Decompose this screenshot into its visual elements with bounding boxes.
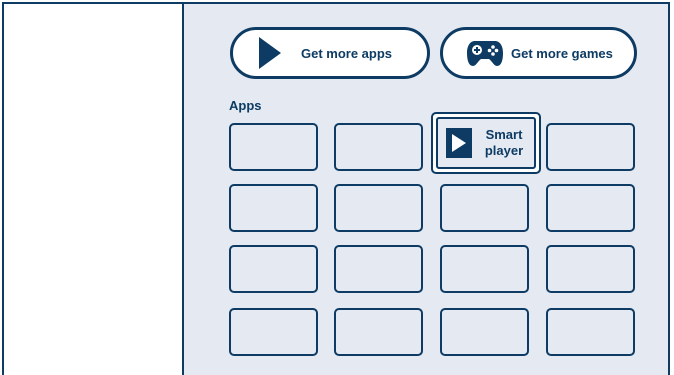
app-tile[interactable] — [440, 308, 529, 356]
app-tile[interactable] — [546, 123, 635, 171]
tv-home-screen: Get more apps Get more games Apps Smart … — [0, 0, 674, 375]
app-tile[interactable] — [546, 308, 635, 356]
play-icon — [259, 37, 281, 69]
app-tile[interactable] — [440, 184, 529, 232]
smart-player-tile-inner: Smart player — [436, 117, 536, 169]
app-tile[interactable] — [546, 184, 635, 232]
smart-player-label-line1: Smart — [485, 127, 523, 142]
get-more-apps-label: Get more apps — [301, 45, 393, 61]
get-more-games-label: Get more games — [511, 45, 613, 61]
app-tile[interactable] — [229, 123, 318, 171]
app-tile[interactable] — [229, 184, 318, 232]
gamepad-icon — [467, 39, 503, 67]
apps-section-title: Apps — [229, 98, 262, 113]
smart-player-label-line2: player — [484, 143, 524, 158]
play-icon — [446, 128, 472, 158]
app-tile[interactable] — [546, 245, 635, 293]
app-tile[interactable] — [334, 308, 423, 356]
app-tile[interactable] — [229, 245, 318, 293]
app-tile[interactable] — [334, 245, 423, 293]
app-tile[interactable] — [440, 245, 529, 293]
app-tile[interactable] — [229, 308, 318, 356]
smart-player-label: Smart player — [480, 127, 528, 159]
get-more-apps-button[interactable]: Get more apps — [230, 27, 430, 79]
app-tile[interactable] — [334, 184, 423, 232]
app-tile[interactable] — [334, 123, 423, 171]
smart-player-tile[interactable]: Smart player — [431, 112, 541, 174]
left-panel — [4, 4, 184, 375]
get-more-games-button[interactable]: Get more games — [440, 27, 637, 79]
